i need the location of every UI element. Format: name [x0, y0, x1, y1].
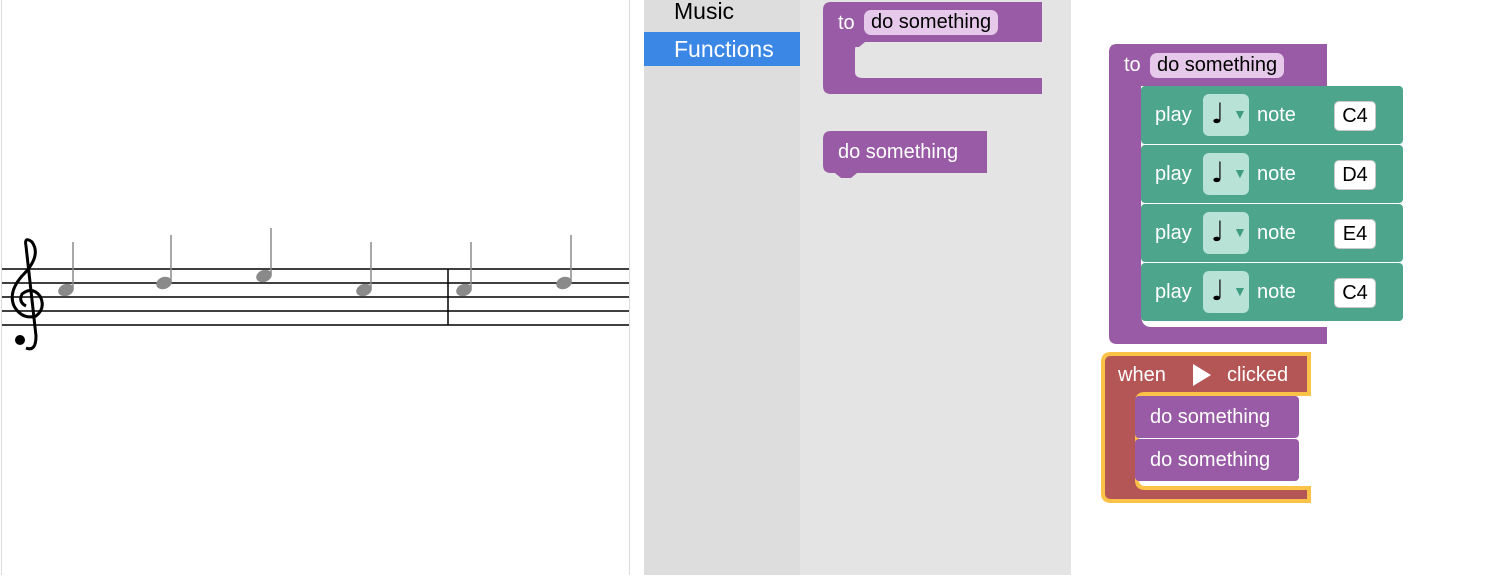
dropdown-arrow-icon: ▼: [1233, 165, 1247, 181]
flyout: to do something do something: [800, 0, 1071, 575]
music-staff: [2, 228, 629, 351]
music-staff-panel: [1, 0, 630, 575]
pitch-value-field[interactable]: C4: [1334, 101, 1376, 131]
dropdown-arrow-icon: ▼: [1233, 106, 1247, 122]
staff-lines: [2, 268, 629, 326]
note-label: note: [1257, 281, 1296, 303]
toolbox-category-music[interactable]: Music: [644, 0, 800, 28]
play-note-block[interactable]: play ♩ ▼ note C4: [1141, 263, 1403, 321]
play-label: play: [1155, 104, 1192, 126]
staff-notes: [58, 228, 572, 297]
quarter-note-icon: ♩: [1211, 274, 1225, 307]
pitch-value-field[interactable]: E4: [1334, 219, 1376, 249]
staff-note: [256, 228, 272, 283]
when-label: when: [1118, 364, 1166, 386]
note-duration-dropdown[interactable]: ♩ ▼: [1203, 94, 1249, 136]
note-duration-dropdown[interactable]: ♩ ▼: [1203, 271, 1249, 313]
quarter-note-icon: ♩: [1211, 97, 1225, 130]
note-duration-dropdown[interactable]: ♩ ▼: [1203, 153, 1249, 195]
note-label: note: [1257, 163, 1296, 185]
flyout-call-procedure-block[interactable]: do something: [823, 131, 987, 179]
staff-note: [58, 242, 74, 297]
play-note-block[interactable]: play ♩ ▼ note D4: [1141, 145, 1403, 203]
call-label: do something: [838, 141, 959, 163]
staff-note: [156, 235, 172, 290]
pitch-value-field[interactable]: C4: [1334, 278, 1376, 308]
call-procedure-block[interactable]: do something: [1135, 439, 1299, 481]
procedure-name-field[interactable]: do something: [864, 10, 999, 35]
play-note-block[interactable]: play ♩ ▼ note C4: [1141, 86, 1403, 144]
dropdown-arrow-icon: ▼: [1233, 283, 1247, 299]
play-label: play: [1155, 163, 1192, 185]
staff-note: [556, 235, 572, 290]
call-procedure-block[interactable]: do something: [1135, 396, 1299, 438]
flyout-define-procedure-block[interactable]: to do something: [823, 2, 1043, 96]
staff-note: [456, 242, 472, 297]
note-duration-dropdown[interactable]: ♩ ▼: [1203, 212, 1249, 254]
pitch-value-field[interactable]: D4: [1334, 160, 1376, 190]
call-label: do something: [1150, 449, 1271, 471]
dropdown-arrow-icon: ▼: [1233, 224, 1247, 240]
procedure-name-field[interactable]: do something: [1150, 53, 1285, 78]
define-to-label: to: [838, 12, 855, 34]
quarter-note-icon: ♩: [1211, 215, 1225, 248]
procedure-definition-block[interactable]: to do something play ♩ ▼ note C4 play ♩ ▼ …: [1109, 44, 1404, 346]
toolbox-category-functions[interactable]: Functions: [644, 32, 800, 66]
workspace: to do something play ♩ ▼ note C4 play ♩ ▼ …: [1071, 0, 1492, 575]
quarter-note-icon: ♩: [1211, 156, 1225, 189]
note-label: note: [1257, 222, 1296, 244]
clicked-label: clicked: [1227, 364, 1289, 386]
play-note-block[interactable]: play ♩ ▼ note E4: [1141, 204, 1403, 262]
play-label: play: [1155, 222, 1192, 244]
when-play-clicked-block[interactable]: when clicked do something do something: [1101, 352, 1313, 504]
treble-clef-icon: [10, 238, 44, 351]
toolbox: Music Functions: [644, 0, 800, 575]
staff-note: [356, 242, 372, 297]
note-label: note: [1257, 104, 1296, 126]
play-triangle-icon: [1193, 364, 1211, 386]
play-label: play: [1155, 281, 1192, 303]
call-label: do something: [1150, 406, 1271, 428]
procedure-to-label: to: [1124, 54, 1141, 76]
